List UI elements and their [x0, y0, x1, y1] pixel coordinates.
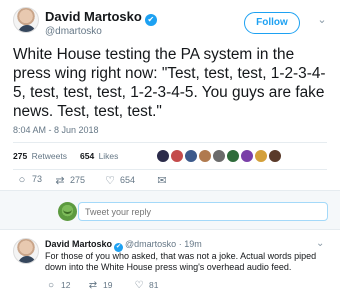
reply-count: 73	[32, 174, 43, 184]
reply-like-count: 81	[149, 280, 159, 290]
chevron-down-icon[interactable]: ⌄	[316, 238, 324, 249]
liker-avatar[interactable]	[254, 149, 268, 163]
heart-icon: ♡	[105, 175, 115, 187]
reply-like-action[interactable]: ♡ 81	[133, 280, 159, 291]
reply-author-name[interactable]: David Martosko	[45, 239, 112, 249]
reply-actions: ○ 12 ⇄ 19 ♡ 81	[45, 280, 305, 294]
likes-count: 654	[80, 151, 95, 161]
viewer-avatar	[58, 202, 77, 221]
liker-avatar[interactable]	[198, 149, 212, 163]
retweet-count: 275	[70, 175, 86, 185]
author-name[interactable]: David Martosko	[45, 9, 142, 24]
liker-avatar[interactable]	[268, 149, 282, 163]
likes-label: Likes	[98, 151, 119, 161]
retweets-stat[interactable]: 275 Retweets	[13, 151, 67, 161]
liker-avatar[interactable]	[240, 149, 254, 163]
tweet-header: David Martosko ✔ @dmartosko Follow ⌄	[0, 0, 340, 44]
author-avatar[interactable]	[13, 7, 39, 33]
reply-author-handle[interactable]: @dmartosko	[125, 239, 176, 249]
direct-message-action[interactable]: ✉	[155, 174, 172, 187]
like-action[interactable]: ♡ 654	[103, 174, 135, 187]
mail-icon: ✉	[157, 175, 167, 187]
like-count: 654	[120, 175, 136, 185]
liker-avatar[interactable]	[212, 149, 226, 163]
tweet-actions: ○ 73 ⇄ 275 ♡ 654 ✉	[13, 172, 333, 190]
reply-tweet[interactable]: David Martosko ✔ @dmartosko · 19m ⌄ For th…	[0, 232, 340, 300]
author-name-row[interactable]: David Martosko ✔	[45, 9, 157, 26]
reply-icon: ○	[47, 280, 55, 291]
liker-avatar[interactable]	[184, 149, 198, 163]
author-handle[interactable]: @dmartosko	[45, 26, 102, 37]
liker-avatar[interactable]	[156, 149, 170, 163]
reply-retweet-count: 19	[103, 280, 113, 290]
reply-reply-action[interactable]: ○ 12	[45, 280, 71, 291]
retweet-action[interactable]: ⇄ 275	[53, 174, 85, 187]
reply-icon: ○	[18, 174, 26, 186]
chevron-down-icon[interactable]: ⌄	[316, 14, 328, 26]
reply-input[interactable]	[78, 202, 328, 221]
retweets-count: 275	[13, 151, 28, 161]
verified-icon: ✔	[144, 14, 157, 26]
follow-button[interactable]: Follow	[244, 12, 300, 34]
retweet-icon: ⇄	[88, 280, 98, 291]
likes-stat[interactable]: 654 Likes	[80, 151, 118, 161]
reply-action[interactable]: ○ 73	[15, 174, 42, 186]
reply-time[interactable]: · 19m	[179, 239, 202, 249]
liker-avatar[interactable]	[170, 149, 184, 163]
tweet-text: White House testing the PA system in the…	[13, 46, 326, 120]
reply-retweet-action[interactable]: ⇄ 19	[87, 280, 113, 291]
retweets-label: Retweets	[31, 151, 67, 161]
tweet-timestamp[interactable]: 8:04 AM - 8 Jun 2018	[13, 125, 99, 135]
reply-text: For those of you who asked, that was not…	[45, 251, 317, 272]
liker-avatar[interactable]	[226, 149, 240, 163]
reply-composer	[0, 190, 340, 230]
heart-icon: ♡	[134, 280, 144, 291]
retweet-icon: ⇄	[55, 175, 65, 187]
reply-reply-count: 12	[61, 280, 71, 290]
tweet-stats: 275 Retweets 654 Likes	[13, 142, 327, 170]
reply-author-avatar[interactable]	[13, 238, 39, 264]
